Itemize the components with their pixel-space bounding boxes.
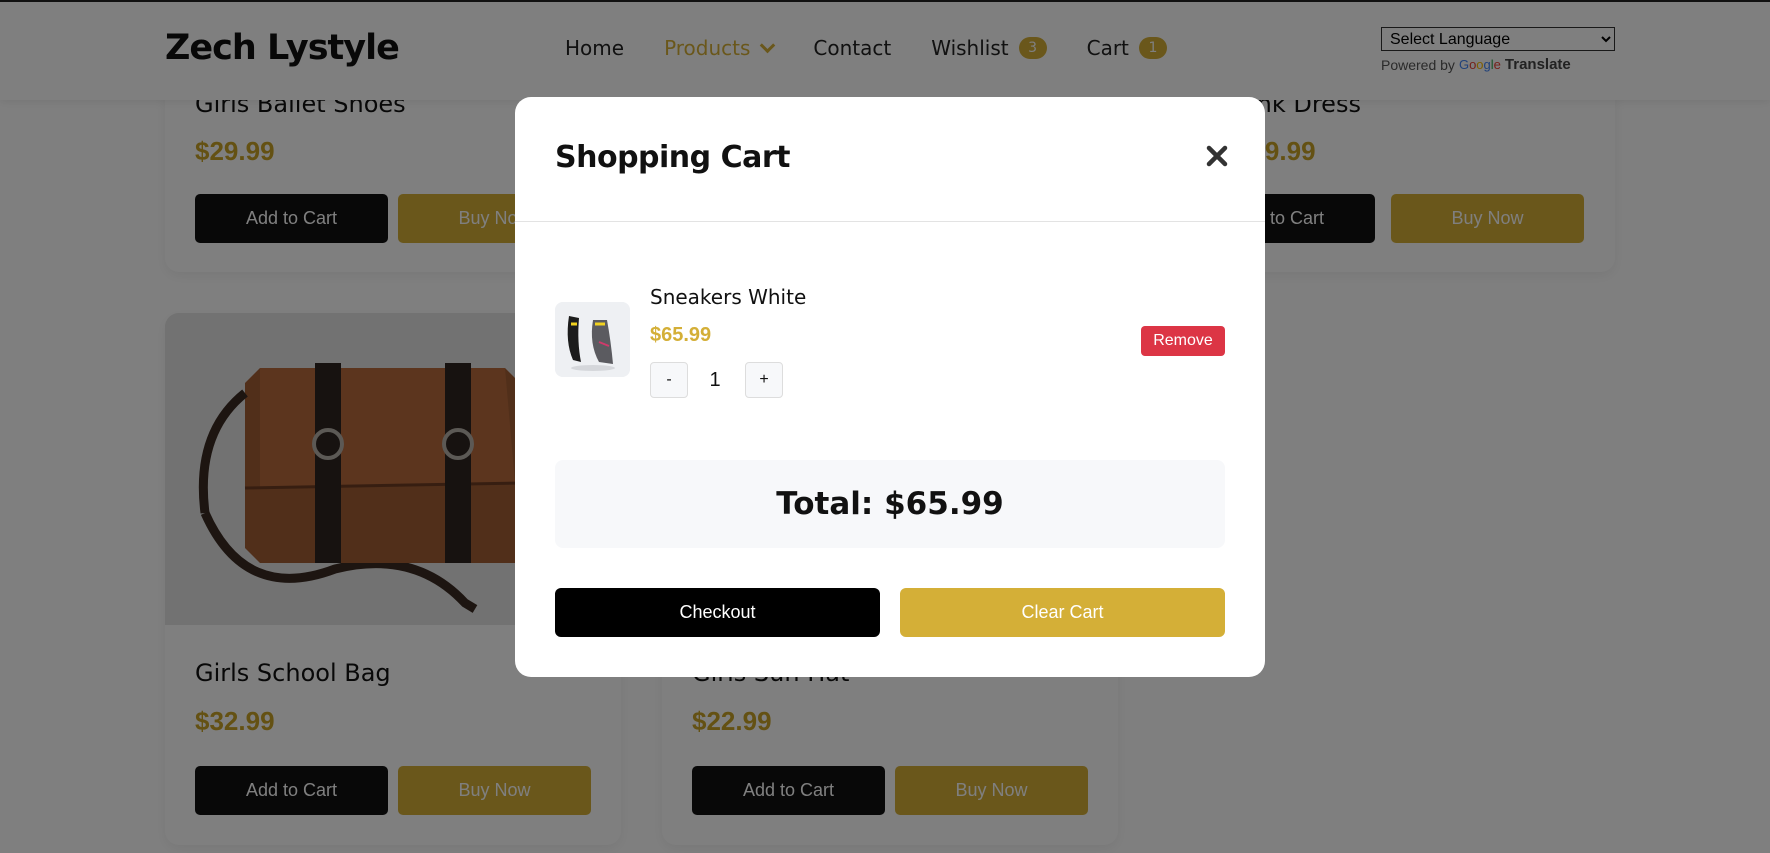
quantity-decrement-button[interactable]: - <box>650 362 688 398</box>
quantity-value: 1 <box>709 369 721 391</box>
sneaker-image <box>555 302 630 377</box>
cart-item-price: $65.99 <box>650 324 712 346</box>
cart-total-box: Total: $65.99 <box>555 460 1225 548</box>
close-icon <box>1206 145 1228 167</box>
quantity-increment-button[interactable]: + <box>745 362 783 398</box>
clear-cart-button[interactable]: Clear Cart <box>900 588 1225 637</box>
close-button[interactable] <box>1200 139 1234 173</box>
modal-title: Shopping Cart <box>555 140 790 175</box>
cart-item-name: Sneakers White <box>650 285 807 309</box>
remove-item-button[interactable]: Remove <box>1141 326 1225 356</box>
modal-divider <box>515 221 1265 222</box>
cart-total: Total: $65.99 <box>776 486 1004 522</box>
checkout-button[interactable]: Checkout <box>555 588 880 637</box>
cart-item-thumbnail <box>555 302 630 377</box>
shopping-cart-modal: Shopping Cart Sneakers White $65.99 - 1 … <box>515 97 1265 677</box>
